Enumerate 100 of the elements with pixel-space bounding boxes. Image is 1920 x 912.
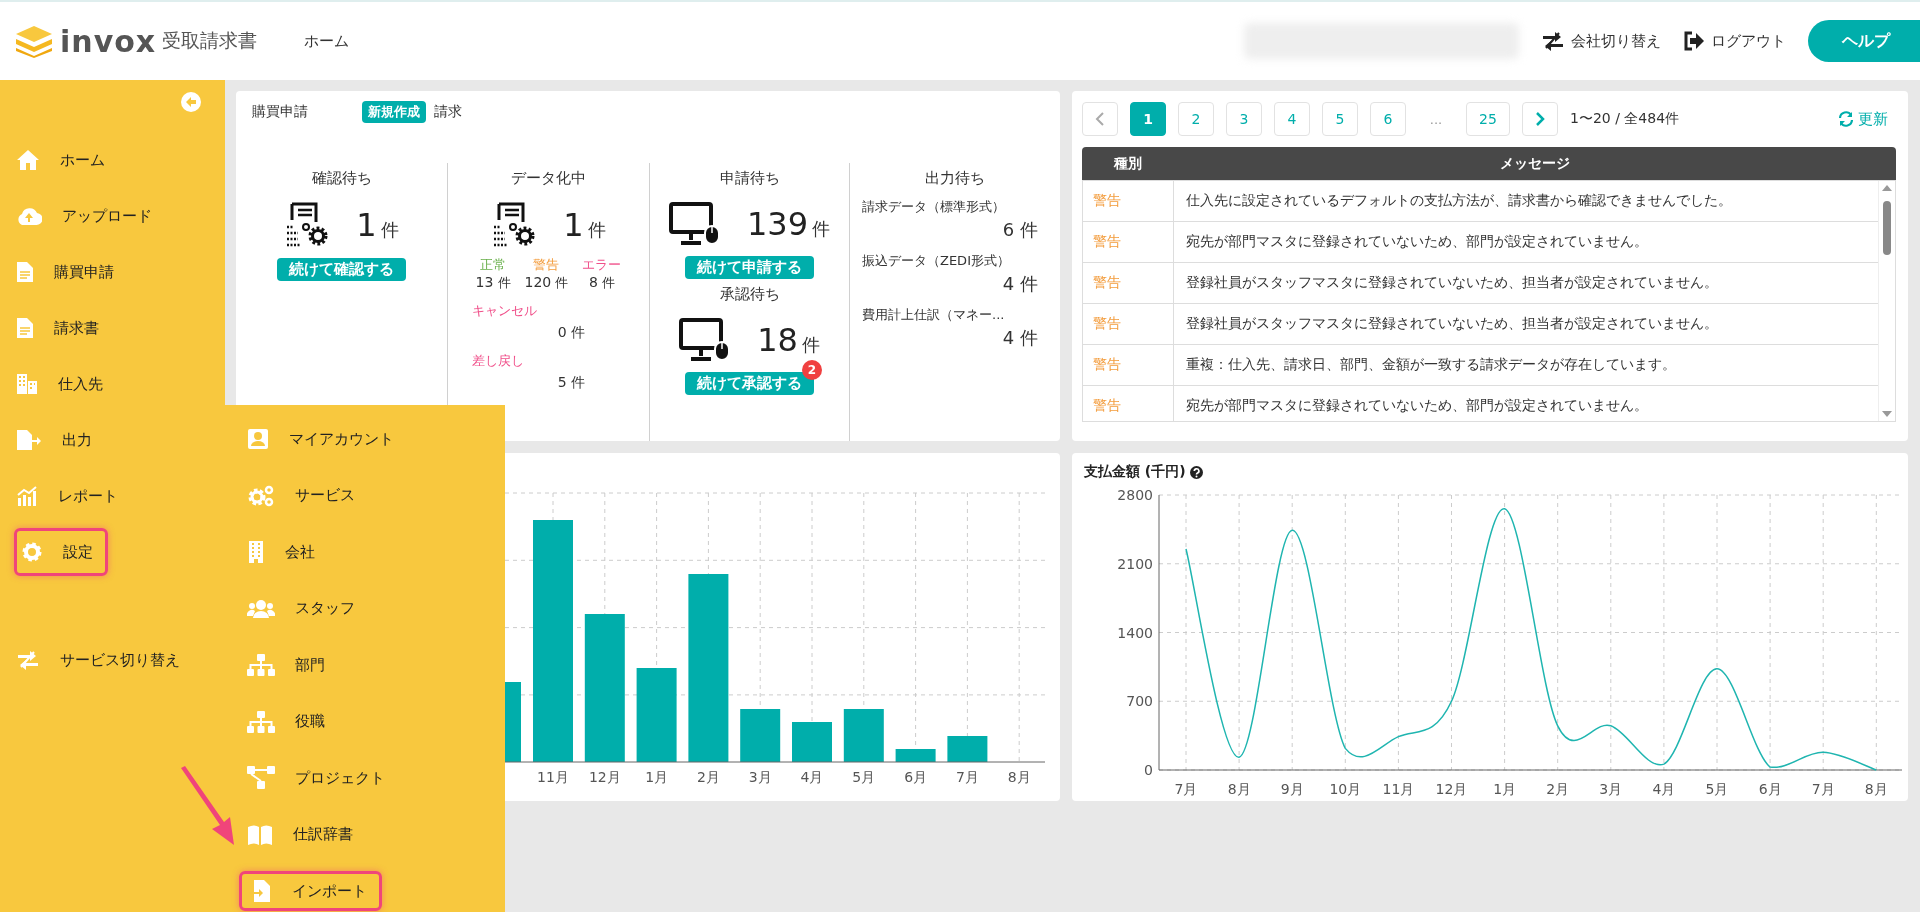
output-label: 請求データ（標準形式）: [862, 198, 1006, 216]
help-icon[interactable]: [1189, 465, 1203, 479]
sidebar-item[interactable]: 仕入先: [0, 356, 115, 412]
count-unit: 件: [380, 219, 399, 240]
status-label: 差し戻し: [472, 352, 524, 370]
status-label: 出力待ち: [925, 169, 985, 188]
swap-arrows-icon: [1541, 30, 1565, 52]
nav-link[interactable]: ホーム: [304, 31, 349, 51]
status-label: 確認待ち: [311, 169, 372, 188]
bar: [947, 736, 988, 762]
output-count: 4 件: [1001, 272, 1039, 296]
axis-label: 4月: [800, 769, 824, 785]
document-icon: [16, 261, 34, 283]
count-unit: 件: [801, 334, 820, 355]
sidebar-item[interactable]: レポート: [0, 468, 130, 524]
count-unit: 件: [812, 218, 831, 239]
breakdown-count: 8 件: [587, 274, 616, 292]
menu-item[interactable]: 会社: [237, 524, 327, 581]
section-title: 購買申請: [252, 103, 309, 121]
menu-item[interactable]: 役職: [237, 693, 337, 750]
section-title: 請求: [434, 103, 462, 121]
table-cell: 警告: [1083, 222, 1174, 262]
axis-label: 0: [1144, 762, 1153, 778]
breakdown-label: 警告: [532, 256, 561, 274]
sidebar-item[interactable]: ホーム: [0, 132, 117, 188]
axis-label: 7月: [1811, 781, 1835, 797]
table-cell: 警告: [1083, 304, 1174, 344]
chevron-left-icon: [1095, 112, 1105, 126]
computer-mouse-icon: [668, 202, 721, 246]
org-chart-icon: [247, 654, 275, 677]
axis-label: 8月: [1864, 781, 1888, 797]
axis-label: 1月: [1493, 781, 1517, 797]
output-label: 振込データ（ZEDI形式）: [862, 252, 1011, 270]
axis-label: 5月: [1705, 781, 1729, 797]
table-cell-text: 宛先が部門マスタに登録されていないため、部門が設定されていません。: [1185, 397, 1649, 415]
notification-badge: 2: [802, 360, 822, 380]
axis-label: 12月: [588, 769, 621, 785]
breakdown-label: エラー: [582, 256, 622, 274]
building-icon: [247, 540, 265, 565]
table-cell-text: 仕入先に設定されているデフォルトの支払方法が、請求書から確認できませんでした。: [1185, 192, 1733, 210]
axis-label: 1月: [645, 769, 669, 785]
swap-arrows-icon: [16, 649, 40, 671]
next-page-button[interactable]: [1522, 102, 1558, 136]
axis-label: 7月: [1174, 781, 1198, 797]
axis-label: 8月: [1227, 781, 1251, 797]
cloud-upload-icon: [16, 206, 42, 226]
breakdown-count: 120 件: [524, 274, 569, 292]
buildings-icon: [16, 373, 38, 395]
axis-label: 8月: [1007, 769, 1031, 785]
logout-icon: [1683, 31, 1705, 51]
logout-link[interactable]: ログアウト: [1683, 31, 1786, 51]
axis-label: 7月: [955, 769, 979, 785]
previous-page-button[interactable]: [1082, 102, 1118, 136]
axis-label: 5月: [852, 769, 876, 785]
table-cell: 警告: [1083, 345, 1174, 385]
refresh-icon: [1838, 111, 1854, 127]
menu-item[interactable]: インポート: [239, 871, 382, 911]
switch-company-link[interactable]: 会社切り替え: [1541, 30, 1661, 52]
axis-label: 12月: [1435, 781, 1468, 797]
sidebar-item[interactable]: サービス切り替え: [0, 632, 192, 688]
axis-label: 2800: [1117, 487, 1153, 503]
menu-item[interactable]: マイアカウント: [237, 411, 406, 468]
bar: [740, 709, 781, 762]
chevron-right-icon: [1535, 112, 1545, 126]
bar: [792, 722, 832, 762]
table-cell-text: 登録社員がスタッフマスタに登録されていないため、担当者が設定されていません。: [1185, 315, 1719, 333]
bar: [843, 709, 884, 762]
status-label: キャンセル: [472, 302, 537, 320]
sidebar-item[interactable]: アップロード: [0, 188, 164, 244]
people-icon: [247, 598, 275, 619]
sidebar-item[interactable]: 請求書: [0, 300, 111, 356]
sidebar-item[interactable]: 出力: [0, 412, 104, 468]
axis-label: 4月: [1652, 781, 1676, 797]
home-icon: [16, 149, 40, 171]
person-card-icon: [247, 428, 269, 451]
menu-item[interactable]: サービス: [237, 467, 367, 524]
gears-icon: [247, 484, 275, 507]
menu-item[interactable]: スタッフ: [237, 580, 367, 637]
output-count: 6 件: [1001, 218, 1039, 242]
sidebar-item[interactable]: 購買申請: [0, 244, 126, 300]
axis-label: 3月: [1599, 781, 1623, 797]
status-label: 申請待ち: [719, 169, 780, 188]
axis-label: 11月: [537, 769, 569, 785]
axis-label: 6月: [1758, 781, 1782, 797]
axis-label: 9月: [1280, 781, 1304, 797]
breakdown-label: 正常: [479, 256, 508, 274]
settings-icon: [21, 541, 43, 563]
output-count: 4 件: [1001, 326, 1039, 350]
status-label: 承認待ち: [719, 285, 780, 304]
menu-item[interactable]: 仕訳辞書: [237, 806, 365, 863]
org-chart-icon: [247, 710, 275, 733]
table-cell: 警告: [1083, 263, 1174, 303]
count-value: 139: [746, 205, 809, 243]
breakdown-count: 0 件: [557, 324, 586, 342]
table-cell-text: 重複：仕入先、請求日、部門、金額が一致する請求データが存在しています。: [1185, 356, 1677, 374]
sidebar-item[interactable]: 設定: [14, 528, 108, 576]
menu-item[interactable]: 部門: [237, 637, 337, 694]
table-cell-text: 宛先が部門マスタに登録されていないため、部門が設定されていません。: [1185, 233, 1649, 251]
menu-item[interactable]: プロジェクト: [237, 750, 397, 807]
axis-label: 10月: [1329, 781, 1362, 797]
